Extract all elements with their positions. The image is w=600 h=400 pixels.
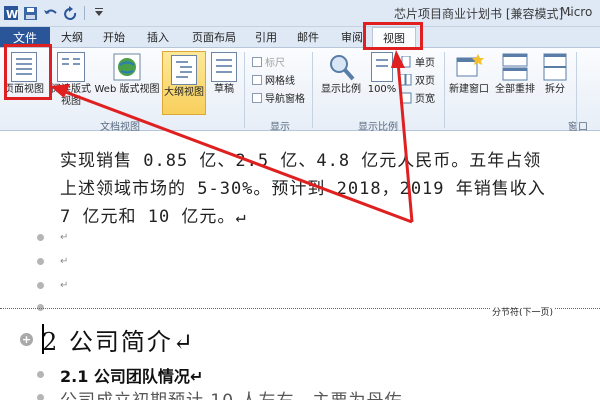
tab-home[interactable]: 开始 — [98, 27, 130, 47]
outline-view-label: 大纲视图 — [164, 87, 204, 98]
outline-view-icon — [171, 55, 197, 85]
paragraph-mark: ↵ — [60, 256, 69, 267]
draft-label: 草稿 — [214, 84, 234, 95]
paragraph-mark: ↵ — [60, 232, 69, 243]
body-line-cut: 公司成立初期预计 10 人左右，主要为丹佐 — [60, 386, 402, 400]
web-view-label: Web 版式视图 — [94, 84, 160, 95]
app-name: Micro — [560, 5, 593, 19]
web-view-button[interactable]: Web 版式视图 — [94, 52, 160, 96]
magnifier-icon — [330, 55, 355, 81]
arrange-all-label: 全部重排 — [495, 84, 535, 95]
window-title: 芯片项目商业计划书 [兼容模式] - — [394, 7, 572, 21]
new-window-icon — [456, 54, 484, 77]
ruler-checkbox[interactable]: 标尺 — [252, 54, 285, 69]
reading-view-label-1: 阅读版式 — [51, 84, 91, 95]
zoom-label: 显示比例 — [321, 84, 361, 95]
reading-view-icon — [57, 52, 85, 82]
redo-icon[interactable] — [62, 5, 79, 22]
heading-level-1: 2 公司简介↵ — [42, 328, 196, 356]
save-icon[interactable] — [22, 5, 39, 22]
nav-pane-check — [252, 92, 262, 103]
globe-icon — [113, 53, 141, 81]
tab-outline[interactable]: 大纲 — [56, 27, 88, 47]
split-icon — [543, 53, 567, 81]
arrange-all-icon — [502, 53, 528, 81]
ribbon-tabs: 文件 大纲 开始 插入 页面布局 引用 邮件 审阅 视图 — [0, 27, 600, 48]
tab-references[interactable]: 引用 — [250, 27, 282, 47]
gridlines-label: 网格线 — [265, 76, 295, 87]
outline-bullet[interactable] — [37, 234, 44, 241]
nav-pane-label: 导航窗格 — [265, 94, 305, 105]
nav-pane-checkbox[interactable]: 导航窗格 — [252, 90, 305, 105]
split-label: 拆分 — [545, 84, 565, 95]
outline-bullet[interactable] — [37, 394, 44, 400]
document-area[interactable]: 实现销售 0.85 亿、2.5 亿、4.8 亿元人民币。五年占领 上述领域市场的… — [0, 131, 600, 400]
zoom-100-label: 100% — [367, 84, 397, 95]
one-page-button[interactable]: 单页 — [400, 54, 435, 69]
two-pages-icon — [400, 73, 412, 85]
undo-icon[interactable] — [42, 5, 59, 22]
tab-page-layout[interactable]: 页面布局 — [186, 27, 242, 47]
title-bar: W 芯片项目商业计划书 [兼容模式] - Micro — [0, 0, 600, 27]
svg-text:W: W — [6, 8, 18, 21]
highlight-page-view — [4, 44, 52, 100]
ruler-label: 标尺 — [265, 58, 285, 69]
group-separator — [312, 52, 313, 128]
ruler-check — [252, 56, 262, 67]
tab-insert[interactable]: 插入 — [142, 27, 174, 47]
group-separator — [244, 52, 245, 128]
draft-icon — [211, 52, 237, 82]
zoom-100-button[interactable]: 100% — [366, 52, 398, 96]
outline-bullet[interactable] — [37, 258, 44, 265]
page-width-label: 页宽 — [415, 94, 435, 105]
draft-button[interactable]: 草稿 — [208, 52, 240, 96]
page-width-button[interactable]: 页宽 — [400, 90, 435, 105]
gridlines-checkbox[interactable]: 网格线 — [252, 72, 295, 87]
body-line-3: 7 亿元和 10 亿元。↵ — [60, 207, 247, 227]
outline-bullet[interactable] — [37, 371, 44, 378]
page-width-icon — [400, 92, 412, 103]
one-page-icon — [401, 55, 411, 67]
section-break-label: 分节符(下一页) — [490, 305, 556, 318]
body-line-2: 上述领域市场的 5-30%。预计到 2018，2019 年销售收入 — [60, 179, 546, 199]
outline-view-button[interactable]: 大纲视图 — [162, 51, 206, 115]
ribbon-panel: 页面视图 阅读版式 视图 Web 版式视图 大纲视图 草稿 文档视图 标尺 网格… — [0, 47, 600, 133]
one-page-label: 单页 — [415, 58, 435, 69]
outline-bullet[interactable] — [37, 282, 44, 289]
highlight-view-tab — [363, 22, 423, 50]
new-window-label: 新建窗口 — [449, 84, 489, 95]
reading-view-label-2: 视图 — [61, 96, 81, 107]
quick-access-toolbar: W — [2, 4, 107, 22]
two-pages-button[interactable]: 双页 — [400, 72, 435, 87]
customize-icon[interactable] — [90, 5, 107, 22]
body-line-1: 实现销售 0.85 亿、2.5 亿、4.8 亿元人民币。五年占领 — [60, 151, 542, 171]
heading-level-2: 2.1 公司团队情况↵ — [60, 367, 204, 386]
word-icon[interactable]: W — [2, 5, 19, 22]
split-button[interactable]: 拆分 — [540, 52, 570, 96]
group-separator — [444, 52, 445, 128]
paragraph-mark: ↵ — [60, 280, 69, 291]
reading-view-button[interactable]: 阅读版式 视图 — [50, 52, 92, 108]
tab-mailings[interactable]: 邮件 — [292, 27, 324, 47]
toolbar-separator — [84, 6, 85, 20]
two-pages-label: 双页 — [415, 76, 435, 87]
group-separator — [576, 52, 577, 128]
gridlines-check — [252, 74, 262, 85]
expand-plus-icon[interactable]: + — [20, 333, 33, 346]
arrange-all-button[interactable]: 全部重排 — [492, 52, 538, 96]
new-window-button[interactable]: 新建窗口 — [446, 52, 492, 96]
zoom-100-icon — [371, 52, 393, 82]
zoom-button[interactable]: 显示比例 — [318, 52, 364, 96]
